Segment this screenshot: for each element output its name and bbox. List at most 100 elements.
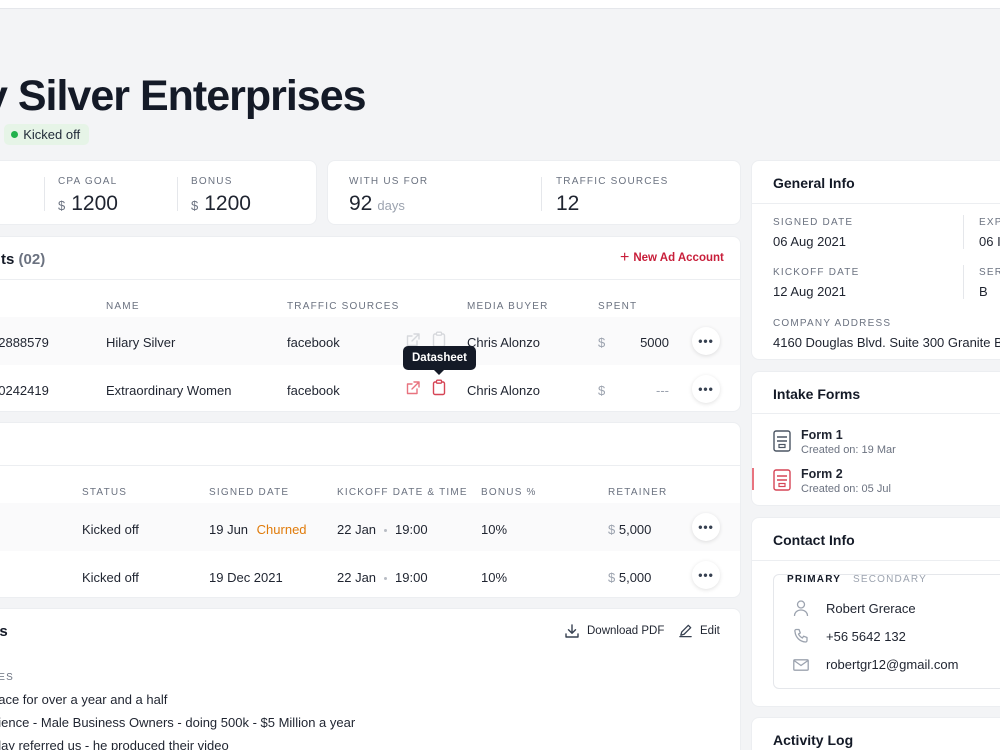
col-header-bonus: BONUS % (481, 487, 537, 498)
general-info-title: General Info (773, 175, 855, 191)
download-pdf-button[interactable]: Download PDF (564, 623, 664, 639)
status-badge-label: Kicked off (23, 127, 81, 142)
ad-accounts-card: ts (02) + New Ad Account NAME TRAFFIC SO… (0, 236, 741, 412)
intake-forms-card: Intake Forms Form 1 Created on: 19 Mar F… (751, 371, 1000, 506)
note-line: dience - Male Business Owners - doing 50… (0, 715, 356, 730)
user-icon (793, 600, 809, 617)
col-header-name: NAME (106, 301, 140, 312)
contract-retainer: $ 5,000 (608, 522, 651, 537)
note-line: pace for over a year and a half (0, 692, 168, 707)
new-ad-account-label: New Ad Account (633, 252, 724, 264)
clipboard-icon[interactable] (432, 379, 446, 396)
pencil-icon (679, 624, 692, 638)
exp-label: EXP (979, 217, 1000, 228)
contact-email[interactable]: robertgr12@gmail.com (826, 657, 958, 672)
spent-currency: $ (598, 383, 606, 398)
notes-label: TES (0, 672, 15, 683)
phone-icon (794, 628, 808, 643)
contact-info-card: Contact Info PRIMARY SECONDARY Robert Gr… (751, 517, 1000, 707)
contract-retainer: $ 5,000 (608, 570, 651, 585)
top-bar (0, 0, 1000, 9)
exp-value: 06 I (979, 234, 1000, 249)
separator-dot (384, 577, 388, 581)
activity-log-card: Activity Log (751, 717, 1000, 750)
general-info-card: General Info SIGNED DATE 06 Aug 2021 EXP… (751, 160, 1000, 360)
plus-icon: + (620, 249, 630, 266)
with-us-for-unit: days (377, 198, 405, 213)
tab-secondary[interactable]: SECONDARY (853, 574, 927, 585)
form-icon (773, 430, 791, 452)
signed-date-label: SIGNED DATE (773, 217, 854, 228)
traffic-sources-value: 12 (556, 192, 580, 215)
form-icon (773, 469, 791, 491)
card-divider (752, 560, 1000, 561)
active-form-indicator (752, 468, 754, 490)
contract-kickoff: 22 Jan 19:00 (337, 570, 428, 585)
form-created: Created on: 19 Mar (801, 444, 896, 456)
note-line: play referred us - he produced their vid… (0, 738, 229, 750)
mail-icon (793, 659, 809, 671)
with-us-for-value: 92 days (349, 192, 405, 216)
page-title: y Silver Enterprises (0, 72, 367, 120)
datasheet-tooltip: Datasheet (403, 346, 476, 375)
stat-divider (44, 177, 45, 211)
traffic-sources-label: TRAFFIC SOURCES (556, 176, 669, 187)
download-pdf-label: Download PDF (587, 625, 665, 637)
activity-log-title: Activity Log (773, 732, 854, 748)
row-more-button[interactable]: ••• (692, 375, 720, 403)
contract-kickoff: 22 Jan 19:00 (337, 522, 428, 537)
form-created: Created on: 05 Jul (801, 483, 891, 495)
col-header-traffic: TRAFFIC SOURCES (287, 301, 400, 312)
company-address-label: COMPANY ADDRESS (773, 318, 892, 329)
goals-card: CPA GOAL $1200 BONUS $1200 (0, 160, 317, 225)
external-link-icon[interactable] (405, 380, 421, 396)
details-card: ils Download PDF Edit TES pace for over … (0, 608, 741, 750)
cpa-goal-label: CPA GOAL (58, 176, 118, 187)
stat-divider (177, 177, 178, 211)
account-id: 32888579 (0, 335, 49, 350)
contract-signed-date: 19 Jun (209, 522, 249, 537)
contact-phone[interactable]: +56 5642 132 (826, 629, 906, 644)
details-title: ils (0, 623, 8, 640)
with-us-for-amount: 92 (349, 192, 373, 215)
card-divider (0, 279, 740, 280)
contact-info-title: Contact Info (773, 532, 855, 548)
card-divider (752, 413, 1000, 414)
kickoff-time: 19:00 (395, 570, 428, 585)
row-more-button[interactable]: ••• (692, 513, 720, 541)
kickoff-date: 22 Jan (337, 570, 377, 585)
contract-bonus: 10% (481, 522, 508, 537)
signed-date-value: 06 Aug 2021 (773, 234, 847, 249)
stat-divider (541, 177, 542, 211)
company-address-value: 4160 Douglas Blvd. Suite 300 Granite B (773, 335, 1000, 350)
bonus-label: BONUS (191, 176, 233, 187)
intake-forms-title: Intake Forms (773, 386, 861, 402)
contract-signed: 19 Jun Churned (209, 522, 307, 537)
account-name: Extraordinary Women (106, 383, 232, 398)
status-badge: Kicked off (4, 124, 90, 145)
col-header-retainer: RETAINER (608, 487, 668, 498)
new-ad-account-button[interactable]: + New Ad Account (620, 250, 724, 266)
account-traffic: facebook (287, 335, 340, 350)
tab-primary[interactable]: PRIMARY (787, 574, 841, 585)
card-divider (752, 203, 1000, 204)
contract-status: Kicked off (82, 570, 139, 585)
row-more-button[interactable]: ••• (692, 327, 720, 355)
status-dot-icon (11, 131, 19, 138)
form-name[interactable]: Form 2 (801, 467, 843, 481)
col-header-status: STATUS (82, 487, 128, 498)
separator-dot (384, 529, 388, 533)
account-traffic: facebook (287, 383, 340, 398)
form-name[interactable]: Form 1 (801, 428, 843, 442)
kickoff-date: 22 Jan (337, 522, 377, 537)
card-divider (0, 465, 740, 466)
contracts-card: STATUS SIGNED DATE KICKOFF DATE & TIME B… (0, 422, 741, 598)
col-header-spent: SPENT (598, 301, 638, 312)
kickoff-date-label: KICKOFF DATE (773, 267, 860, 278)
account-buyer: Chris Alonzo (467, 383, 540, 398)
retainer-amount: 5,000 (618, 522, 652, 537)
edit-button[interactable]: Edit (678, 623, 720, 638)
ad-accounts-title: ts (02) (1, 251, 45, 268)
row-more-button[interactable]: ••• (692, 561, 720, 589)
status-row: • Kicked off (0, 124, 90, 145)
